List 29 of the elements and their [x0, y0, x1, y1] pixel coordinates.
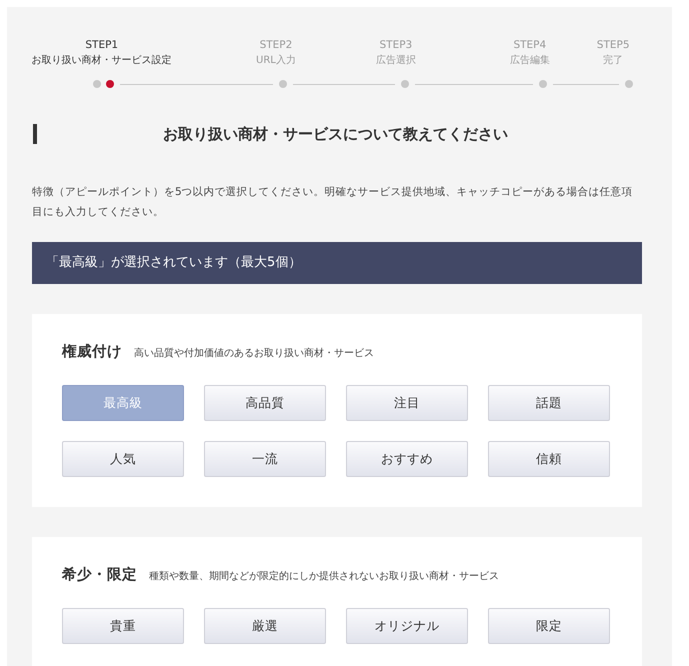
- step-name: 広告編集: [508, 54, 551, 68]
- page-heading: お取り扱い商材・サービスについて教えてください: [162, 124, 509, 144]
- step-number: STEP5: [596, 38, 631, 53]
- option-button[interactable]: オリジナル: [346, 608, 468, 644]
- section-subtitle: 高い品質や付加価値のあるお取り扱い商材・サービス: [134, 346, 374, 360]
- step-name: URL入力: [255, 54, 297, 68]
- option-button[interactable]: 人気: [62, 441, 184, 477]
- instruction-text: 特徴（アピールポイント）を5つ以内で選択してください。明確なサービス提供地域、キャッチコピーがある場合は任意項目にも入力してください。: [32, 185, 634, 220]
- option-button[interactable]: 高品質: [204, 385, 326, 421]
- step-number: STEP4: [512, 38, 548, 53]
- step-dot: [93, 80, 101, 88]
- option-button[interactable]: 一流: [204, 441, 326, 477]
- section-title: 権威付け: [62, 342, 122, 361]
- section-title: 希少・限定: [62, 566, 137, 584]
- step-name: 広告選択: [374, 54, 417, 68]
- step-name: お取り扱い商材・サービス設定: [30, 54, 173, 68]
- option-button[interactable]: 厳選: [204, 608, 326, 644]
- selection-banner: 「最高級」が選択されています（最大5個）: [32, 242, 642, 284]
- option-button[interactable]: 注目: [346, 385, 468, 421]
- option-button[interactable]: 貴重: [62, 608, 184, 644]
- option-button[interactable]: 信頼: [488, 441, 610, 477]
- step-number: STEP1: [84, 38, 120, 53]
- option-button[interactable]: 話題: [488, 385, 610, 421]
- section-subtitle: 種類や数量、期間などが限定的にしか提供されないお取り扱い商材・サービス: [149, 570, 499, 583]
- step-name: 完了: [602, 54, 624, 68]
- option-button[interactable]: 限定: [488, 608, 610, 644]
- step-number: STEP3: [378, 38, 414, 53]
- option-button[interactable]: おすすめ: [346, 441, 468, 477]
- step-number: STEP2: [258, 38, 294, 53]
